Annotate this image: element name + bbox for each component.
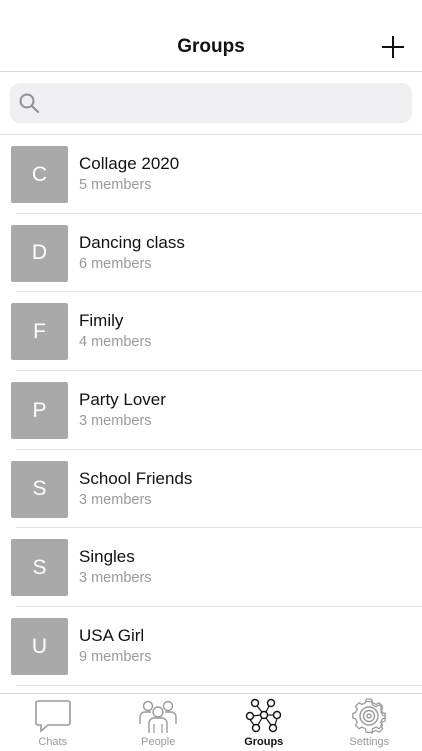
member-count: 6 members — [79, 256, 152, 272]
member-count: 3 members — [79, 570, 152, 586]
avatar: C — [11, 146, 68, 203]
page-title: Groups — [0, 36, 422, 58]
group-name: Collage 2020 — [79, 154, 179, 174]
group-name: Party Lover — [79, 390, 166, 410]
list-item[interactable]: S Singles 3 members — [0, 528, 422, 607]
member-count: 5 members — [79, 177, 152, 193]
member-count: 9 members — [79, 649, 152, 665]
groups-list: C Collage 2020 5 members D Dancing class… — [0, 135, 422, 686]
list-item[interactable]: S School Friends 3 members — [0, 450, 422, 529]
tab-groups[interactable]: Groups — [211, 694, 317, 751]
avatar: S — [11, 461, 68, 518]
member-count: 4 members — [79, 334, 152, 350]
avatar: D — [11, 225, 68, 282]
chat-bubble-icon — [34, 698, 72, 734]
avatar: P — [11, 382, 68, 439]
member-count: 3 members — [79, 492, 152, 508]
list-item[interactable]: U USA Girl 9 members — [0, 607, 422, 686]
group-name: Dancing class — [79, 233, 185, 253]
member-count: 3 members — [79, 413, 152, 429]
tab-chats[interactable]: Chats — [0, 694, 106, 751]
avatar: F — [11, 303, 68, 360]
groups-icon — [244, 698, 284, 734]
search-input[interactable] — [48, 83, 408, 125]
group-name: USA Girl — [79, 626, 144, 646]
tab-label: Settings — [317, 736, 422, 748]
tab-bar: Chats People — [0, 693, 422, 750]
tab-label: Groups — [211, 736, 317, 748]
list-item[interactable]: F Fimily 4 members — [0, 292, 422, 371]
group-name: Fimily — [79, 311, 123, 331]
avatar: S — [11, 539, 68, 596]
search-box[interactable] — [10, 83, 412, 123]
tab-label: People — [106, 736, 212, 748]
tab-settings[interactable]: Settings — [317, 694, 422, 751]
tab-people[interactable]: People — [106, 694, 212, 751]
group-name: School Friends — [79, 469, 192, 489]
nav-bar: Groups — [0, 0, 422, 72]
gear-icon — [349, 698, 389, 734]
divider — [16, 685, 422, 686]
list-item[interactable]: P Party Lover 3 members — [0, 371, 422, 450]
search-bar — [0, 72, 422, 135]
people-icon — [138, 698, 178, 734]
search-icon — [18, 92, 40, 114]
list-item[interactable]: D Dancing class 6 members — [0, 214, 422, 293]
tab-label: Chats — [0, 736, 106, 748]
group-name: Singles — [79, 547, 135, 567]
avatar: U — [11, 618, 68, 675]
add-group-button[interactable] — [380, 34, 406, 60]
list-item[interactable]: C Collage 2020 5 members — [0, 135, 422, 214]
